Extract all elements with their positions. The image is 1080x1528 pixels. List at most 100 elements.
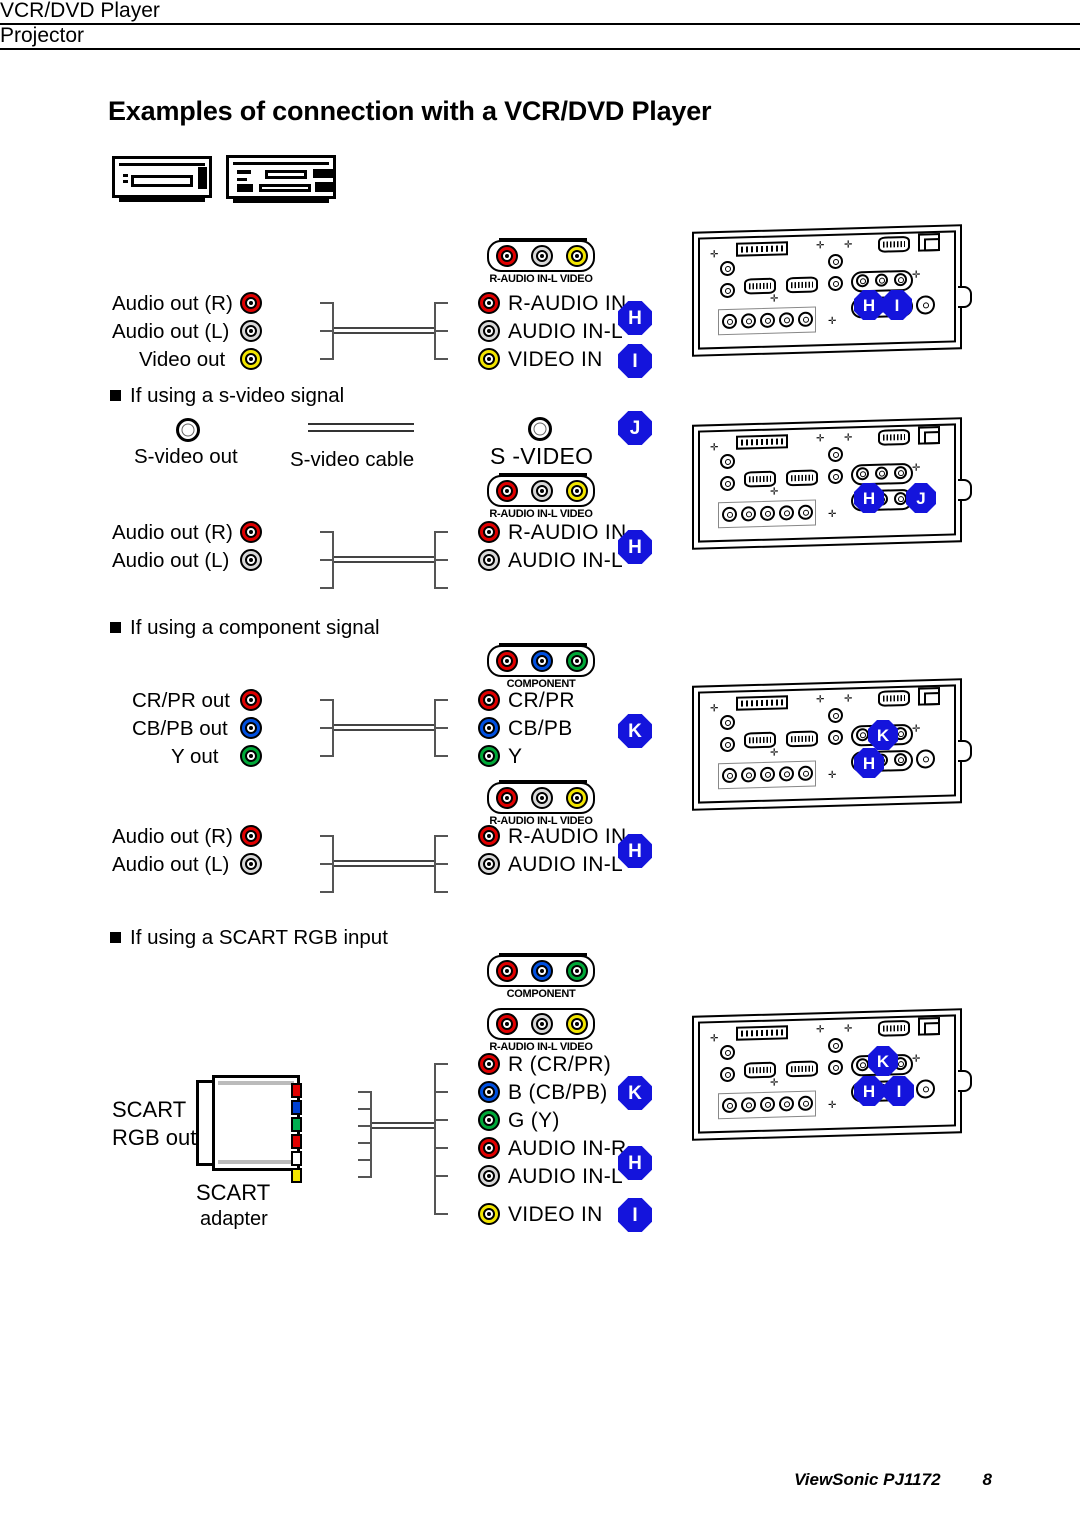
bnc-jack — [720, 736, 735, 753]
jack-red — [240, 521, 262, 543]
jack-yellow — [240, 348, 262, 370]
badge-k: K — [618, 1076, 652, 1110]
port-label-r-audio-in: R-AUDIO IN — [508, 292, 627, 315]
port-label-audio-in-l: AUDIO IN-L — [508, 1165, 624, 1188]
jack-green — [478, 745, 500, 767]
jack-white — [240, 320, 262, 342]
rca-plug — [266, 323, 322, 340]
panel-composite: H I — [688, 222, 980, 362]
rca-plug — [420, 351, 476, 368]
wire — [370, 1091, 372, 1178]
jack-red — [240, 689, 262, 711]
port-label-crpr: CR/PR — [508, 689, 575, 712]
bullet-square — [110, 622, 121, 633]
rca-plug — [420, 1084, 476, 1101]
port-label-r-crpr: R (CR/PR) — [508, 1053, 612, 1076]
rca-plug — [304, 1135, 360, 1152]
port-label-y: Y — [508, 745, 523, 768]
badge-h: H — [854, 483, 884, 513]
port-label-b-cbpb: B (CB/PB) — [508, 1081, 608, 1104]
scart-body-shadow — [218, 1160, 294, 1164]
badge-h: H — [854, 748, 884, 778]
bnc-jack — [720, 260, 735, 277]
port-label-video-in: VIDEO IN — [508, 348, 603, 371]
jack-red — [478, 825, 500, 847]
svideo-plug — [414, 419, 458, 437]
svideo-plug — [266, 419, 310, 437]
jack-red — [478, 1053, 500, 1075]
port-label-r-audio-in: R-AUDIO IN — [508, 521, 627, 544]
badge-h: H — [854, 1076, 884, 1106]
badge-i: I — [882, 290, 912, 320]
label-audio-out-l: Audio out (L) — [112, 853, 230, 876]
port-label-audio-in-l: AUDIO IN-L — [508, 549, 624, 572]
rca-plug — [420, 828, 476, 845]
scart-lead-yellow — [291, 1168, 302, 1183]
jack-red — [478, 1137, 500, 1159]
jack-green — [478, 1109, 500, 1131]
bullet-square — [110, 932, 121, 943]
label-crpr-out: CR/PR out — [132, 689, 230, 712]
rca-plug — [420, 856, 476, 873]
badge-i: I — [618, 1198, 652, 1232]
dvd-player-illustration — [226, 155, 336, 203]
port-label-audio-in-l: AUDIO IN-L — [508, 320, 624, 343]
jack-yellow — [566, 1013, 588, 1035]
bnc-jack — [828, 1059, 843, 1076]
bnc-jack — [828, 446, 843, 463]
rca-plug — [420, 524, 476, 541]
scart-lead-white — [291, 1151, 302, 1166]
jack-white — [531, 1013, 553, 1035]
port-label-video-in: VIDEO IN — [508, 1203, 603, 1226]
jack-red — [496, 650, 518, 672]
label-svideo-cable: S-video cable — [290, 448, 415, 471]
label-y-out: Y out — [171, 745, 219, 768]
rca-plug — [420, 692, 476, 709]
rca-plug — [266, 524, 322, 541]
cluster-caption: COMPONENT — [506, 988, 576, 1000]
jack-blue — [240, 717, 262, 739]
rca-plug — [266, 828, 322, 845]
av-cable — [334, 860, 434, 867]
svideo-port — [916, 749, 935, 769]
jack-green — [566, 650, 588, 672]
scart-lead-blue — [291, 1100, 302, 1115]
rca-plug — [420, 720, 476, 737]
badge-i: I — [618, 344, 652, 378]
jack-red — [478, 689, 500, 711]
jack-white — [531, 245, 553, 267]
av-cable — [334, 556, 434, 563]
rca-plug — [420, 1056, 476, 1073]
section-heading-component: If using a component signal — [110, 617, 380, 639]
label-audio-out-r: Audio out (R) — [112, 825, 233, 848]
panel-scart: K H I — [688, 1006, 980, 1146]
jack-red — [496, 960, 518, 982]
badge-j: J — [906, 483, 936, 513]
label-scart-adapter-2: adapter — [200, 1208, 268, 1230]
jack-red — [496, 1013, 518, 1035]
jack-red — [478, 292, 500, 314]
rca-plug — [304, 1101, 360, 1118]
jack-white — [478, 1165, 500, 1187]
jack-blue — [531, 650, 553, 672]
port-label-g-y: G (Y) — [508, 1109, 560, 1132]
label-cbpb-out: CB/PB out — [132, 717, 228, 740]
label-scart-adapter-1: SCART — [196, 1180, 271, 1205]
rca-plug — [420, 1112, 476, 1129]
rca-plug — [304, 1152, 360, 1169]
page-title: Examples of connection with a VCR/DVD Pl… — [108, 96, 712, 126]
cluster-caption: R-AUDIO IN-L VIDEO — [489, 273, 593, 285]
bnc-jack — [828, 253, 843, 270]
badge-h: H — [854, 290, 884, 320]
svideo-port — [916, 1079, 935, 1099]
jack-blue — [478, 1081, 500, 1103]
label-audio-out-r: Audio out (R) — [112, 292, 233, 315]
rca-plug — [420, 1168, 476, 1185]
bnc-jack — [828, 468, 843, 485]
badge-k: K — [618, 714, 652, 748]
rca-plug — [266, 351, 322, 368]
scart-adapter-body — [212, 1075, 300, 1171]
badge-k: K — [868, 1046, 898, 1076]
jack-red — [496, 480, 518, 502]
rca-plug — [420, 1206, 476, 1223]
